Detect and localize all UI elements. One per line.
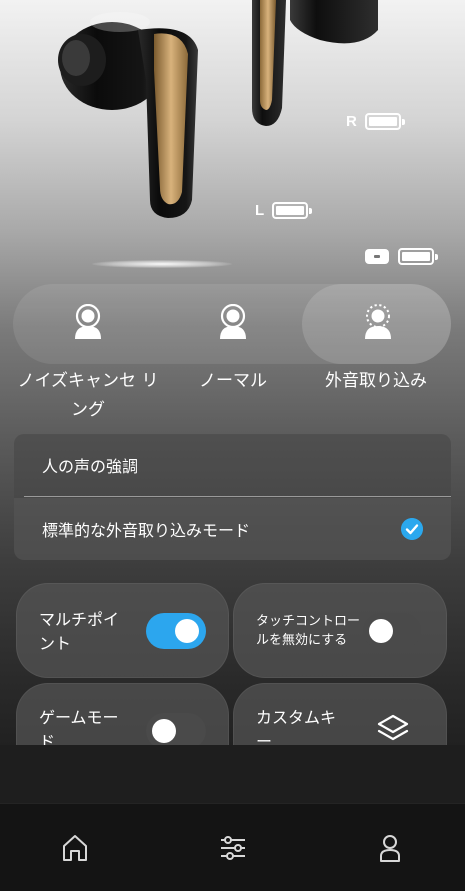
- battery-icon: [364, 113, 405, 130]
- anc-person-icon: [75, 304, 101, 339]
- voice-enhance-label: 人の声の強調: [42, 457, 139, 476]
- earbuds-hero: R L: [0, 0, 465, 280]
- right-battery-fill: [368, 117, 397, 126]
- standard-ambient-option[interactable]: 標準的な外音取り込みモード: [14, 498, 451, 560]
- multipoint-toggle[interactable]: [146, 613, 206, 649]
- mode-label-ambient: 外音取り込み: [325, 371, 427, 391]
- case-battery-indicator: [364, 248, 438, 265]
- bottom-nav: [0, 803, 465, 891]
- layers-icon: [377, 714, 409, 741]
- toggle-knob: [152, 719, 176, 743]
- battery-icon: [272, 202, 313, 219]
- ambient-options-card: 人の声の強調 標準的な外音取り込みモード: [14, 434, 451, 560]
- home-icon[interactable]: [59, 832, 91, 864]
- left-bud-label: L: [255, 202, 265, 219]
- voice-enhance-option[interactable]: 人の声の強調: [14, 434, 451, 496]
- left-battery-indicator: L: [255, 202, 313, 219]
- ambient-person-icon: [365, 304, 391, 339]
- scroll-cutoff: [0, 745, 465, 805]
- mode-label-noise-cancelling: ノイズキャンセ リング: [17, 371, 159, 420]
- right-battery-indicator: R: [346, 113, 405, 130]
- toggle-knob: [369, 619, 393, 643]
- game-mode-toggle[interactable]: [146, 713, 206, 749]
- right-earbud-image: [252, 0, 378, 126]
- standard-ambient-label: 標準的な外音取り込みモード: [42, 521, 251, 540]
- touch-disable-label: タッチコントロー ルを無効にする: [256, 614, 361, 648]
- touch-disable-tile: タッチコントロー ルを無効にする: [233, 583, 447, 678]
- battery-icon: [398, 248, 438, 265]
- normal-person-icon: [220, 304, 246, 339]
- touch-disable-toggle[interactable]: [363, 613, 421, 649]
- case-icon: [365, 249, 389, 264]
- left-earbud-image: [58, 12, 198, 218]
- multipoint-label: マルチポイ ント: [39, 610, 120, 653]
- toggle-knob: [175, 619, 199, 643]
- multipoint-tile: マルチポイ ント: [16, 583, 229, 678]
- sliders-icon[interactable]: [217, 832, 249, 864]
- case-battery-fill: [402, 252, 430, 261]
- divider: [24, 496, 451, 497]
- profile-icon[interactable]: [374, 832, 406, 864]
- right-bud-label: R: [346, 113, 357, 130]
- left-battery-fill: [276, 206, 305, 215]
- checkmark-icon: [401, 518, 423, 540]
- mode-label-normal: ノーマル: [199, 371, 267, 391]
- earbuds-shadow: [92, 260, 232, 268]
